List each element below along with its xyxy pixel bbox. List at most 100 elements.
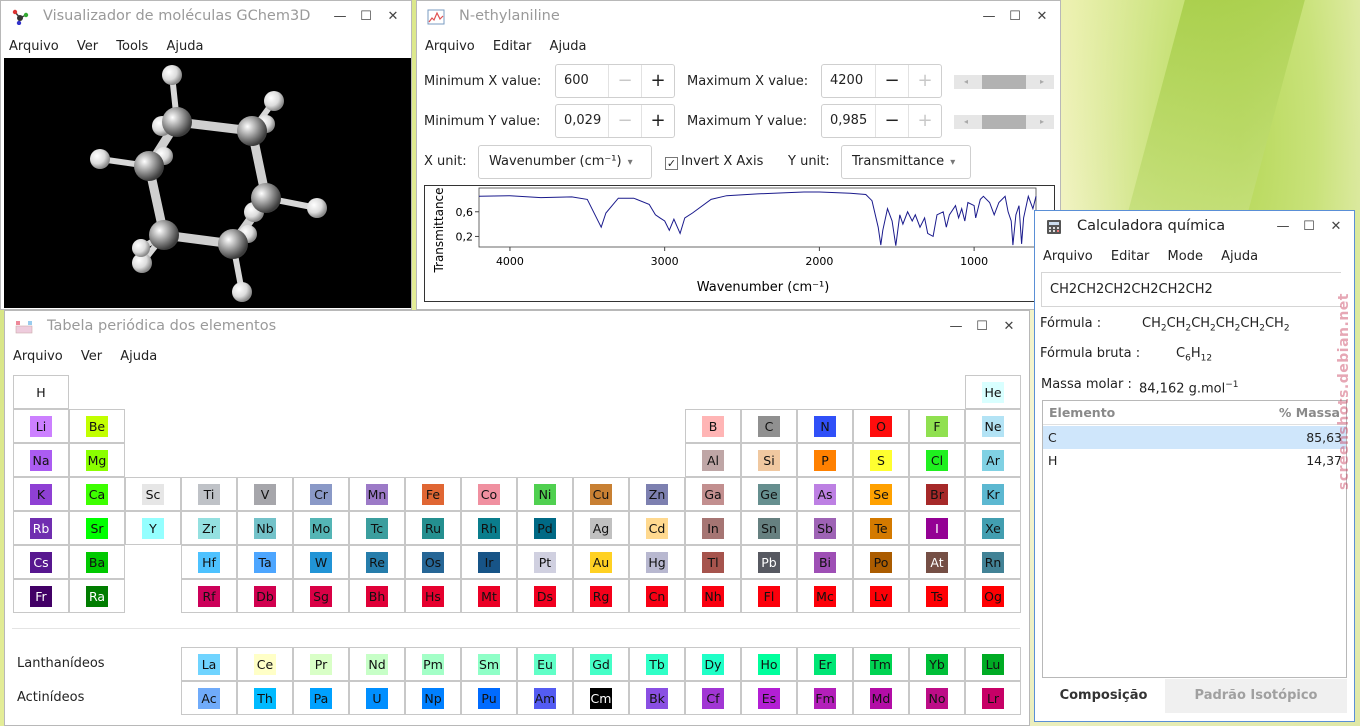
element-cell-hf[interactable]: Hf [181,545,237,579]
maximize-icon[interactable]: ☐ [971,317,993,337]
slider-right-arrow-icon[interactable]: ▸ [1040,115,1044,129]
element-cell-sr[interactable]: Sr [69,511,125,545]
menu-ver[interactable]: Ver [69,33,98,61]
element-cell-pu[interactable]: Pu [461,681,517,715]
element-cell-kr[interactable]: Kr [965,477,1021,511]
checkbox-icon[interactable]: ✓ [665,157,678,170]
max-y-decrement-button[interactable]: − [875,105,908,137]
menu-editar[interactable]: Editar [485,33,532,61]
element-cell-rf[interactable]: Rf [181,579,237,613]
element-cell-w[interactable]: W [293,545,349,579]
maximize-icon[interactable]: ☐ [1004,7,1026,27]
element-cell-am[interactable]: Am [517,681,573,715]
element-cell-rh[interactable]: Rh [461,511,517,545]
element-cell-os[interactable]: Os [405,545,461,579]
element-cell-mg[interactable]: Mg [69,443,125,477]
element-cell-p[interactable]: P [797,443,853,477]
element-cell-ts[interactable]: Ts [909,579,965,613]
element-cell-yb[interactable]: Yb [909,647,965,681]
element-cell-h[interactable]: H [13,375,69,409]
element-cell-cs[interactable]: Cs [13,545,69,579]
y-slider-thumb[interactable] [981,115,1026,129]
element-cell-ce[interactable]: Ce [237,647,293,681]
element-cell-au[interactable]: Au [573,545,629,579]
element-cell-bk[interactable]: Bk [629,681,685,715]
element-cell-mn[interactable]: Mn [349,477,405,511]
element-cell-na[interactable]: Na [13,443,69,477]
max-x-spinbox[interactable]: 4200 − + [821,64,942,98]
element-cell-cr[interactable]: Cr [293,477,349,511]
element-cell-tl[interactable]: Tl [685,545,741,579]
max-y-value[interactable]: 0,985 [830,113,867,128]
column-elemento[interactable]: Elemento [1049,405,1115,420]
minimize-icon[interactable]: — [978,7,1000,27]
element-cell-s[interactable]: S [853,443,909,477]
element-cell-lr[interactable]: Lr [965,681,1021,715]
element-cell-eu[interactable]: Eu [517,647,573,681]
composition-table[interactable]: Elemento % Massa C 85,63 H 14,37 [1042,400,1347,678]
element-cell-mt[interactable]: Mt [461,579,517,613]
element-cell-zn[interactable]: Zn [629,477,685,511]
element-cell-lv[interactable]: Lv [853,579,909,613]
element-cell-cf[interactable]: Cf [685,681,741,715]
x-slider-thumb[interactable] [981,75,1026,89]
element-cell-br[interactable]: Br [909,477,965,511]
min-y-spinbox[interactable]: 0,029 − + [555,104,675,138]
min-x-value[interactable]: 600 [564,73,589,88]
element-cell-f[interactable]: F [909,409,965,443]
element-cell-rg[interactable]: Rg [573,579,629,613]
element-cell-nd[interactable]: Nd [349,647,405,681]
element-cell-cl[interactable]: Cl [909,443,965,477]
menu-arquivo[interactable]: Arquivo [417,33,475,61]
invert-x-checkbox[interactable]: ✓ Invert X Axis [665,154,763,170]
column-massa[interactable]: % Massa [1279,405,1340,420]
max-x-value[interactable]: 4200 [830,73,863,88]
element-cell-tb[interactable]: Tb [629,647,685,681]
maximize-icon[interactable]: ☐ [1298,217,1320,237]
element-cell-y[interactable]: Y [125,511,181,545]
element-cell-bi[interactable]: Bi [797,545,853,579]
element-cell-mc[interactable]: Mc [797,579,853,613]
tab-composicao[interactable]: Composição [1042,679,1165,713]
element-cell-po[interactable]: Po [853,545,909,579]
element-cell-sb[interactable]: Sb [797,511,853,545]
element-cell-bh[interactable]: Bh [349,579,405,613]
menu-ajuda[interactable]: Ajuda [112,343,157,371]
element-cell-re[interactable]: Re [349,545,405,579]
element-cell-sc[interactable]: Sc [125,477,181,511]
element-cell-ag[interactable]: Ag [573,511,629,545]
x-range-slider[interactable]: ◂ ▸ [954,67,1054,97]
element-cell-cu[interactable]: Cu [573,477,629,511]
y-unit-combobox[interactable]: Transmittance ▾ [841,145,971,179]
element-cell-fm[interactable]: Fm [797,681,853,715]
menu-arquivo[interactable]: Arquivo [5,343,63,371]
element-cell-mo[interactable]: Mo [293,511,349,545]
menu-mode[interactable]: Mode [1160,243,1203,271]
max-x-increment-button[interactable]: + [908,65,941,97]
minimize-icon[interactable]: — [945,317,967,337]
menu-arquivo[interactable]: Arquivo [1035,243,1093,271]
close-icon[interactable]: ✕ [1325,217,1347,237]
close-icon[interactable]: ✕ [1031,7,1053,27]
menu-editar[interactable]: Editar [1103,243,1150,271]
element-cell-pd[interactable]: Pd [517,511,573,545]
element-cell-nb[interactable]: Nb [237,511,293,545]
element-cell-rb[interactable]: Rb [13,511,69,545]
element-cell-sm[interactable]: Sm [461,647,517,681]
calculator-titlebar[interactable]: Calculadora química — ☐ ✕ [1035,211,1354,243]
min-x-spinbox[interactable]: 600 − + [555,64,675,98]
element-cell-ga[interactable]: Ga [685,477,741,511]
element-cell-er[interactable]: Er [797,647,853,681]
element-cell-at[interactable]: At [909,545,965,579]
element-cell-ru[interactable]: Ru [405,511,461,545]
maximize-icon[interactable]: ☐ [355,7,377,27]
element-cell-li[interactable]: Li [13,409,69,443]
element-cell-gd[interactable]: Gd [573,647,629,681]
x-unit-combobox[interactable]: Wavenumber (cm⁻¹) ▾ [478,145,652,179]
element-cell-ne[interactable]: Ne [965,409,1021,443]
element-cell-es[interactable]: Es [741,681,797,715]
element-cell-pt[interactable]: Pt [517,545,573,579]
element-cell-hg[interactable]: Hg [629,545,685,579]
menu-ajuda[interactable]: Ajuda [542,33,587,61]
element-cell-og[interactable]: Og [965,579,1021,613]
